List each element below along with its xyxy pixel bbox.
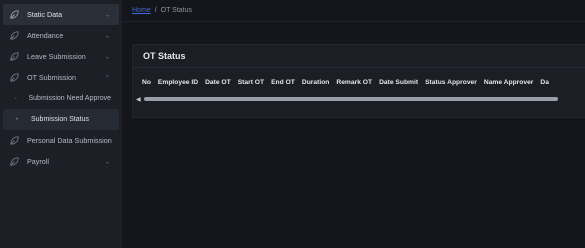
column-header-employee-id[interactable]: Employee ID [158,79,198,86]
column-header-no[interactable]: No [142,79,151,86]
bullet-icon: • [15,116,19,123]
leaf-icon [9,9,21,21]
leaf-icon [9,156,21,168]
column-header-duration[interactable]: Duration [302,79,330,86]
column-header-date-ot[interactable]: Date OT [205,79,231,86]
ot-status-table: No Employee ID Date OT Start OT End OT D… [133,73,585,91]
breadcrumb-home-link[interactable]: Home [132,7,151,14]
breadcrumb-separator: / [154,7,157,14]
column-header-date-submit[interactable]: Date Submit [379,79,418,86]
sidebar-item-label: OT Submission [27,73,76,82]
card-divider [133,67,585,68]
sidebar-subitem-label: Submission Status [31,116,89,123]
column-header-status-approver[interactable]: Status Approver [425,79,477,86]
scrollbar-thumb[interactable] [144,97,558,101]
scroll-left-icon[interactable]: ◀ [136,96,141,103]
chevron-down-icon: ⌄ [104,159,110,165]
sidebar: Static Data ⌄ Attendance ⌄ Leave Submiss… [0,0,122,248]
sidebar-item-ot-submission[interactable]: OT Submission ⌃ [3,67,119,88]
column-header-end-ot[interactable]: End OT [271,79,295,86]
sidebar-item-label: Personal Data Submission [27,136,112,145]
main-content: Home / OT Status OT Status No Employee I… [122,0,585,248]
sidebar-item-label: Attendance [27,31,64,40]
leaf-icon [9,30,21,42]
leaf-icon [9,135,21,147]
sidebar-item-personal-data-submission[interactable]: Personal Data Submission [3,130,119,151]
leaf-icon [9,51,21,63]
chevron-up-icon: ⌃ [104,75,110,81]
column-header-truncated[interactable]: Da [540,79,549,86]
sidebar-item-attendance[interactable]: Attendance ⌄ [3,25,119,46]
sidebar-subitem-submission-status[interactable]: • Submission Status [3,109,119,130]
ot-status-card: OT Status No Employee ID Date OT Start O… [132,44,585,118]
table-header-row: No Employee ID Date OT Start OT End OT D… [142,73,585,91]
sidebar-item-leave-submission[interactable]: Leave Submission ⌄ [3,46,119,67]
chevron-down-icon: ⌄ [104,33,110,39]
sidebar-item-static-data[interactable]: Static Data ⌄ [3,4,119,25]
sidebar-subitem-label: Submission Need Approve [28,95,112,102]
sidebar-item-label: Payroll [27,157,49,166]
sidebar-item-label: Static Data [27,10,63,19]
leaf-icon [9,72,21,84]
horizontal-scrollbar[interactable]: ◀ [136,95,576,103]
sidebar-item-payroll[interactable]: Payroll ⌄ [3,151,119,172]
column-header-remark-ot[interactable]: Remark OT [336,79,372,86]
sidebar-subitem-submission-need-approve[interactable]: - Submission Need Approve [3,88,119,109]
column-header-name-approver[interactable]: Name Approver [484,79,534,86]
breadcrumb: Home / OT Status [122,0,585,22]
bullet-icon: - [14,95,17,102]
card-title: OT Status [143,51,186,61]
column-header-start-ot[interactable]: Start OT [238,79,264,86]
breadcrumb-current: OT Status [160,7,193,14]
chevron-down-icon: ⌄ [104,12,110,18]
sidebar-item-label: Leave Submission [27,52,86,61]
chevron-down-icon: ⌄ [104,54,110,60]
